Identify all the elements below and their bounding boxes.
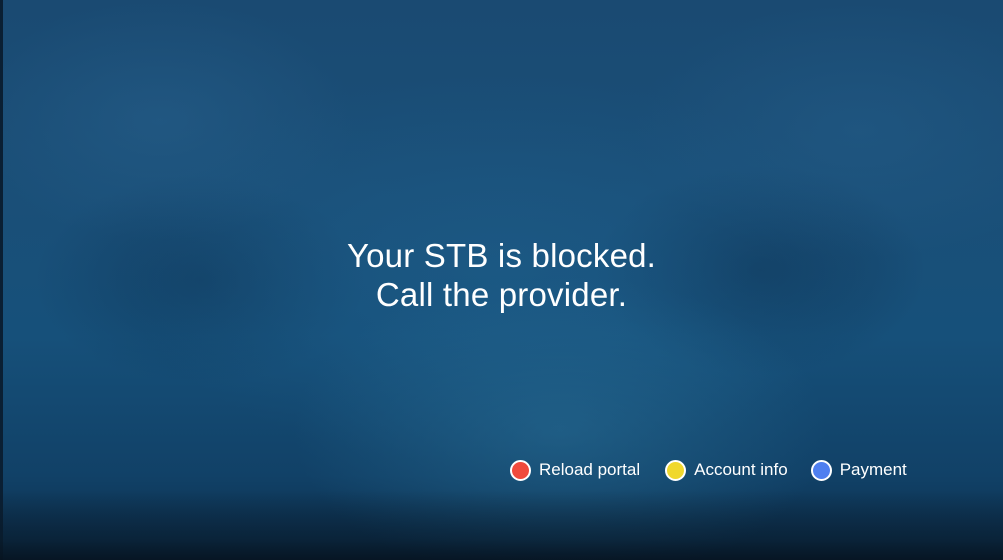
- bottom-shade: [0, 490, 1003, 560]
- payment-label: Payment: [839, 460, 907, 479]
- red-key-icon: [510, 459, 531, 481]
- blocked-message-line-1: Your STB is blocked.: [346, 237, 657, 274]
- blocked-message: Your STB is blocked. Call the provider.: [0, 236, 1003, 314]
- blocked-message-line-2: Call the provider.: [375, 276, 628, 313]
- blocked-screen: Your STB is blocked. Call the provider. …: [0, 0, 1003, 560]
- reload-portal-button[interactable]: Reload portal: [510, 459, 641, 481]
- blue-key-icon: [810, 459, 832, 481]
- account-info-label: Account info: [694, 460, 788, 479]
- yellow-key-icon: [665, 459, 687, 481]
- account-info-button[interactable]: Account info: [665, 459, 788, 481]
- remote-key-hints: Reload portal Account info Payment: [510, 456, 907, 484]
- reload-portal-label: Reload portal: [539, 460, 641, 479]
- payment-button[interactable]: Payment: [810, 459, 907, 481]
